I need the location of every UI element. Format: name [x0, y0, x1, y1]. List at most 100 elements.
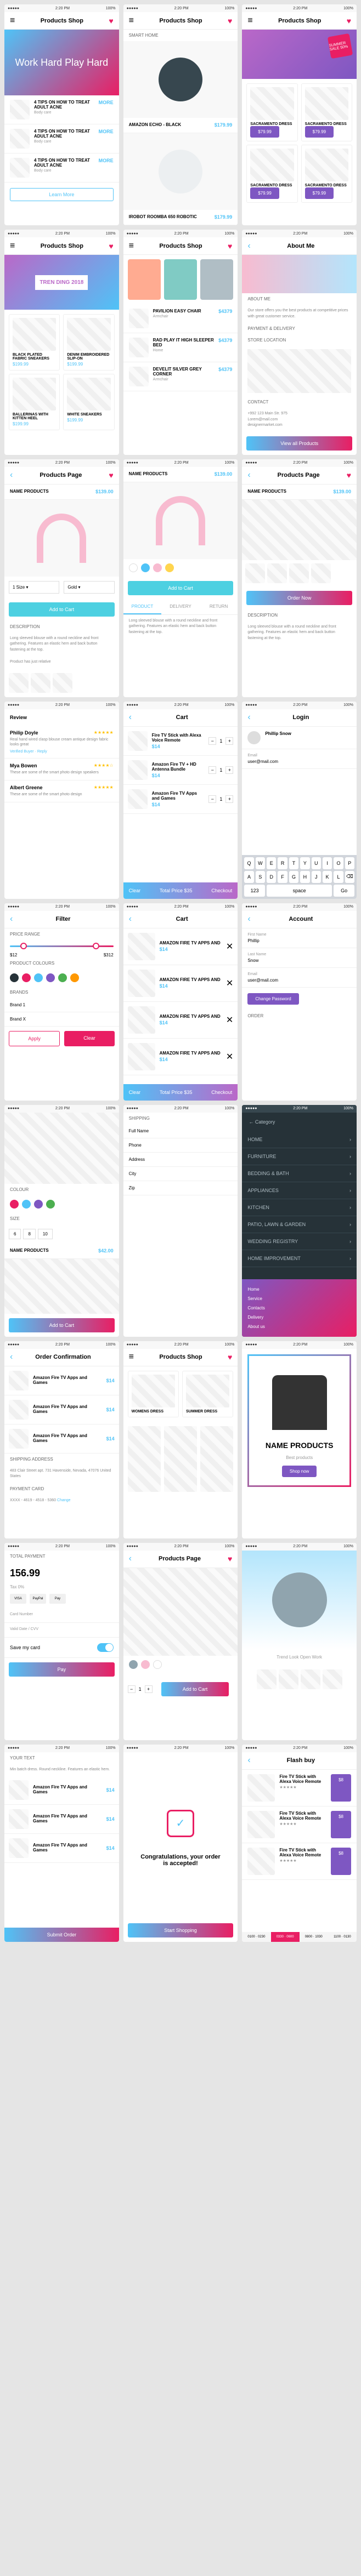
list-item[interactable]: 4 TIPS ON HOW TO TREAT ADULT ACNEBody ca… [4, 95, 119, 124]
category-card[interactable]: SUMMER DRESS [182, 1371, 233, 1417]
product-card[interactable]: SACRAMENTO DRESS$79.99 [246, 83, 297, 141]
flash-item[interactable]: Fire TV Stick with Alexa Voice Remote★★★… [242, 1843, 357, 1880]
price-slider[interactable] [10, 945, 114, 947]
color-selector[interactable]: Gold ▾ [64, 581, 114, 594]
menu-item[interactable]: KITCHEN› [242, 1199, 357, 1216]
product-card[interactable]: WHITE SNEAKERS$199.99 [63, 374, 114, 430]
list-item[interactable]: PAVILION EASY CHAIRArmchair$4379 [123, 304, 238, 333]
map[interactable] [247, 349, 351, 393]
applepay-logo[interactable]: Pay [49, 1594, 66, 1604]
menu-item[interactable]: BEDDING & BATH› [242, 1165, 357, 1182]
shop-button[interactable]: Shop now [282, 1466, 317, 1477]
category-tile[interactable] [200, 259, 233, 300]
pay-button[interactable]: Pay [9, 1662, 115, 1677]
filter-colors[interactable] [4, 969, 119, 987]
menu-icon[interactable]: ≡ [129, 241, 134, 251]
product-image[interactable] [242, 500, 357, 560]
list-item[interactable]: 4 TIPS ON HOW TO TREAT ADULT ACNEBody ca… [4, 124, 119, 153]
heart-icon[interactable]: ♥ [347, 16, 351, 25]
more-button[interactable]: Learn More [10, 188, 114, 201]
product-image[interactable] [123, 1568, 238, 1656]
email-field[interactable]: Emailuser@mail.com [242, 749, 357, 769]
keyboard[interactable]: QWERTYUIOP ASDFGHJKL⌫ 123spaceGo [242, 855, 357, 899]
checkout-button[interactable]: Checkout [211, 888, 232, 893]
address-field[interactable]: Address [123, 1153, 238, 1167]
home-featured: ●●●●●2:20 PM100% ≡Products Shop♥ SMART H… [123, 4, 238, 225]
menu-item[interactable]: HOME IMPROVEMENT› [242, 1250, 357, 1267]
flash-item[interactable]: Fire TV Stick with Alexa Voice Remote★★★… [242, 1770, 357, 1806]
clear-button[interactable]: Clear [64, 1031, 114, 1046]
tab-product[interactable]: PRODUCT [123, 600, 162, 614]
product-image[interactable] [4, 500, 119, 577]
submit-button[interactable]: Submit Order [4, 1928, 119, 1942]
heart-icon[interactable]: ♥ [109, 16, 113, 25]
color-swatches[interactable] [123, 559, 238, 577]
list-item[interactable]: RAD PLAY IT HIGH SLEEPER BEDHome$4379 [123, 333, 238, 362]
card-field[interactable]: Card Number [4, 1608, 119, 1623]
product-card[interactable]: BLACK PLATED FABRIC SNEAKERS$199.99 [9, 314, 60, 371]
size-selector[interactable]: 1 Size ▾ [9, 581, 59, 594]
menu-icon[interactable]: ≡ [10, 241, 15, 251]
trending-banner[interactable]: TREN DING 2018 [4, 255, 119, 310]
product-image[interactable] [4, 1113, 119, 1184]
menu-icon[interactable]: ≡ [247, 16, 252, 26]
product-card[interactable]: SACRAMENTO DRESS$79.99 [301, 145, 352, 203]
list-item[interactable]: 4 TIPS ON HOW TO TREAT ADULT ACNEBody ca… [4, 153, 119, 183]
last-name-field[interactable]: Last NameSnow [242, 948, 357, 968]
sale-banner[interactable]: SUMMER SALE 50% [242, 30, 357, 79]
order-shipping: ●●●●●2:20 PM100% Shipping Full Name Phon… [123, 1105, 238, 1337]
time-tab[interactable]: 0330 · 0600 [271, 1932, 300, 1942]
phone-field[interactable]: Phone [123, 1138, 238, 1153]
menu-item[interactable]: FURNITURE› [242, 1148, 357, 1165]
menu-icon[interactable]: ≡ [129, 16, 134, 26]
product-card[interactable]: BALLERINAS WITH KITTEN HEEL$199.99 [9, 374, 60, 430]
visa-logo[interactable]: VISA [10, 1594, 26, 1604]
list-item[interactable]: DEVELIT SILVER GREY CORNERArmchair$4379 [123, 362, 238, 391]
email-field[interactable]: Emailuser@mail.com [242, 968, 357, 988]
apply-button[interactable]: Apply [9, 1031, 60, 1046]
paypal-logo[interactable]: PayPal [30, 1594, 46, 1604]
hero-banner[interactable]: Work Hard Play Hard [4, 30, 119, 95]
category-card[interactable]: WOMENS DRESS [128, 1371, 179, 1417]
zip-field[interactable]: Zip [123, 1181, 238, 1195]
login-keyboard: ●●●●●2:20 PM100% ‹Login Phillip Snow Ema… [242, 702, 357, 899]
menu-item[interactable]: APPLIANCES› [242, 1182, 357, 1199]
order-button[interactable]: Order Now [246, 591, 352, 605]
view-products-button[interactable]: View all Products [246, 436, 352, 451]
time-tab[interactable]: 0800 · 1030 [300, 1932, 328, 1942]
time-tab[interactable]: 0100 · 0230 [242, 1932, 270, 1942]
cart-item: Amazon Fire TV Apps and Games$14−1+ [123, 785, 238, 814]
heart-icon[interactable]: ♥ [228, 16, 232, 25]
profile-hero [242, 1551, 357, 1649]
menu-icon[interactable]: ≡ [10, 16, 15, 26]
name-field[interactable]: Full Name [123, 1124, 238, 1138]
flash-item[interactable]: Fire TV Stick with Alexa Voice Remote★★★… [242, 1806, 357, 1843]
add-cart-button[interactable]: Add to Cart [9, 602, 115, 617]
remove-icon[interactable]: ✕ [226, 941, 233, 952]
city-field[interactable]: City [123, 1167, 238, 1181]
category-tile[interactable] [164, 259, 197, 300]
product-card[interactable]: DENIM EMBROIDERED SLIP-ON$199.99 [63, 314, 114, 371]
success-screen: ●●●●●2:20 PM100% ✓ Congratulations, your… [123, 1745, 238, 1942]
menu-item[interactable]: PATIO, LAWN & GARDEN› [242, 1216, 357, 1233]
category-tile[interactable] [128, 259, 161, 300]
tab-delivery[interactable]: DELIVERY [161, 600, 200, 614]
product-sneakers: ●●●●●2:20 PM100% ‹Products Page♥ NAME PR… [242, 459, 357, 697]
menu-item[interactable]: HOME› [242, 1131, 357, 1148]
add-cart-button[interactable]: Add to Cart [128, 581, 234, 595]
clear-button[interactable]: Clear [129, 888, 141, 893]
cart-item: AMAZON FIRE TV APPS AND$14✕ [123, 928, 238, 965]
date-field[interactable]: Valid Date / CVV [4, 1623, 119, 1638]
product-image[interactable] [123, 41, 238, 118]
product-image[interactable] [123, 133, 238, 210]
save-toggle[interactable] [97, 1643, 114, 1652]
done-button[interactable]: Start Shopping [128, 1923, 234, 1937]
product-card[interactable]: SACRAMENTO DRESS$79.99 [301, 83, 352, 141]
add-cart-button[interactable]: Add to Cart [9, 1318, 115, 1332]
save-button[interactable]: Change Password [247, 993, 298, 1005]
product-card[interactable]: SACRAMENTO DRESS$79.99 [246, 145, 297, 203]
first-name-field[interactable]: First NamePhillip [242, 928, 357, 948]
tab-return[interactable]: RETURN [200, 600, 238, 614]
menu-item[interactable]: WEDDING REGISTRY› [242, 1233, 357, 1250]
time-tab[interactable]: 1100 · 0130 [328, 1932, 357, 1942]
